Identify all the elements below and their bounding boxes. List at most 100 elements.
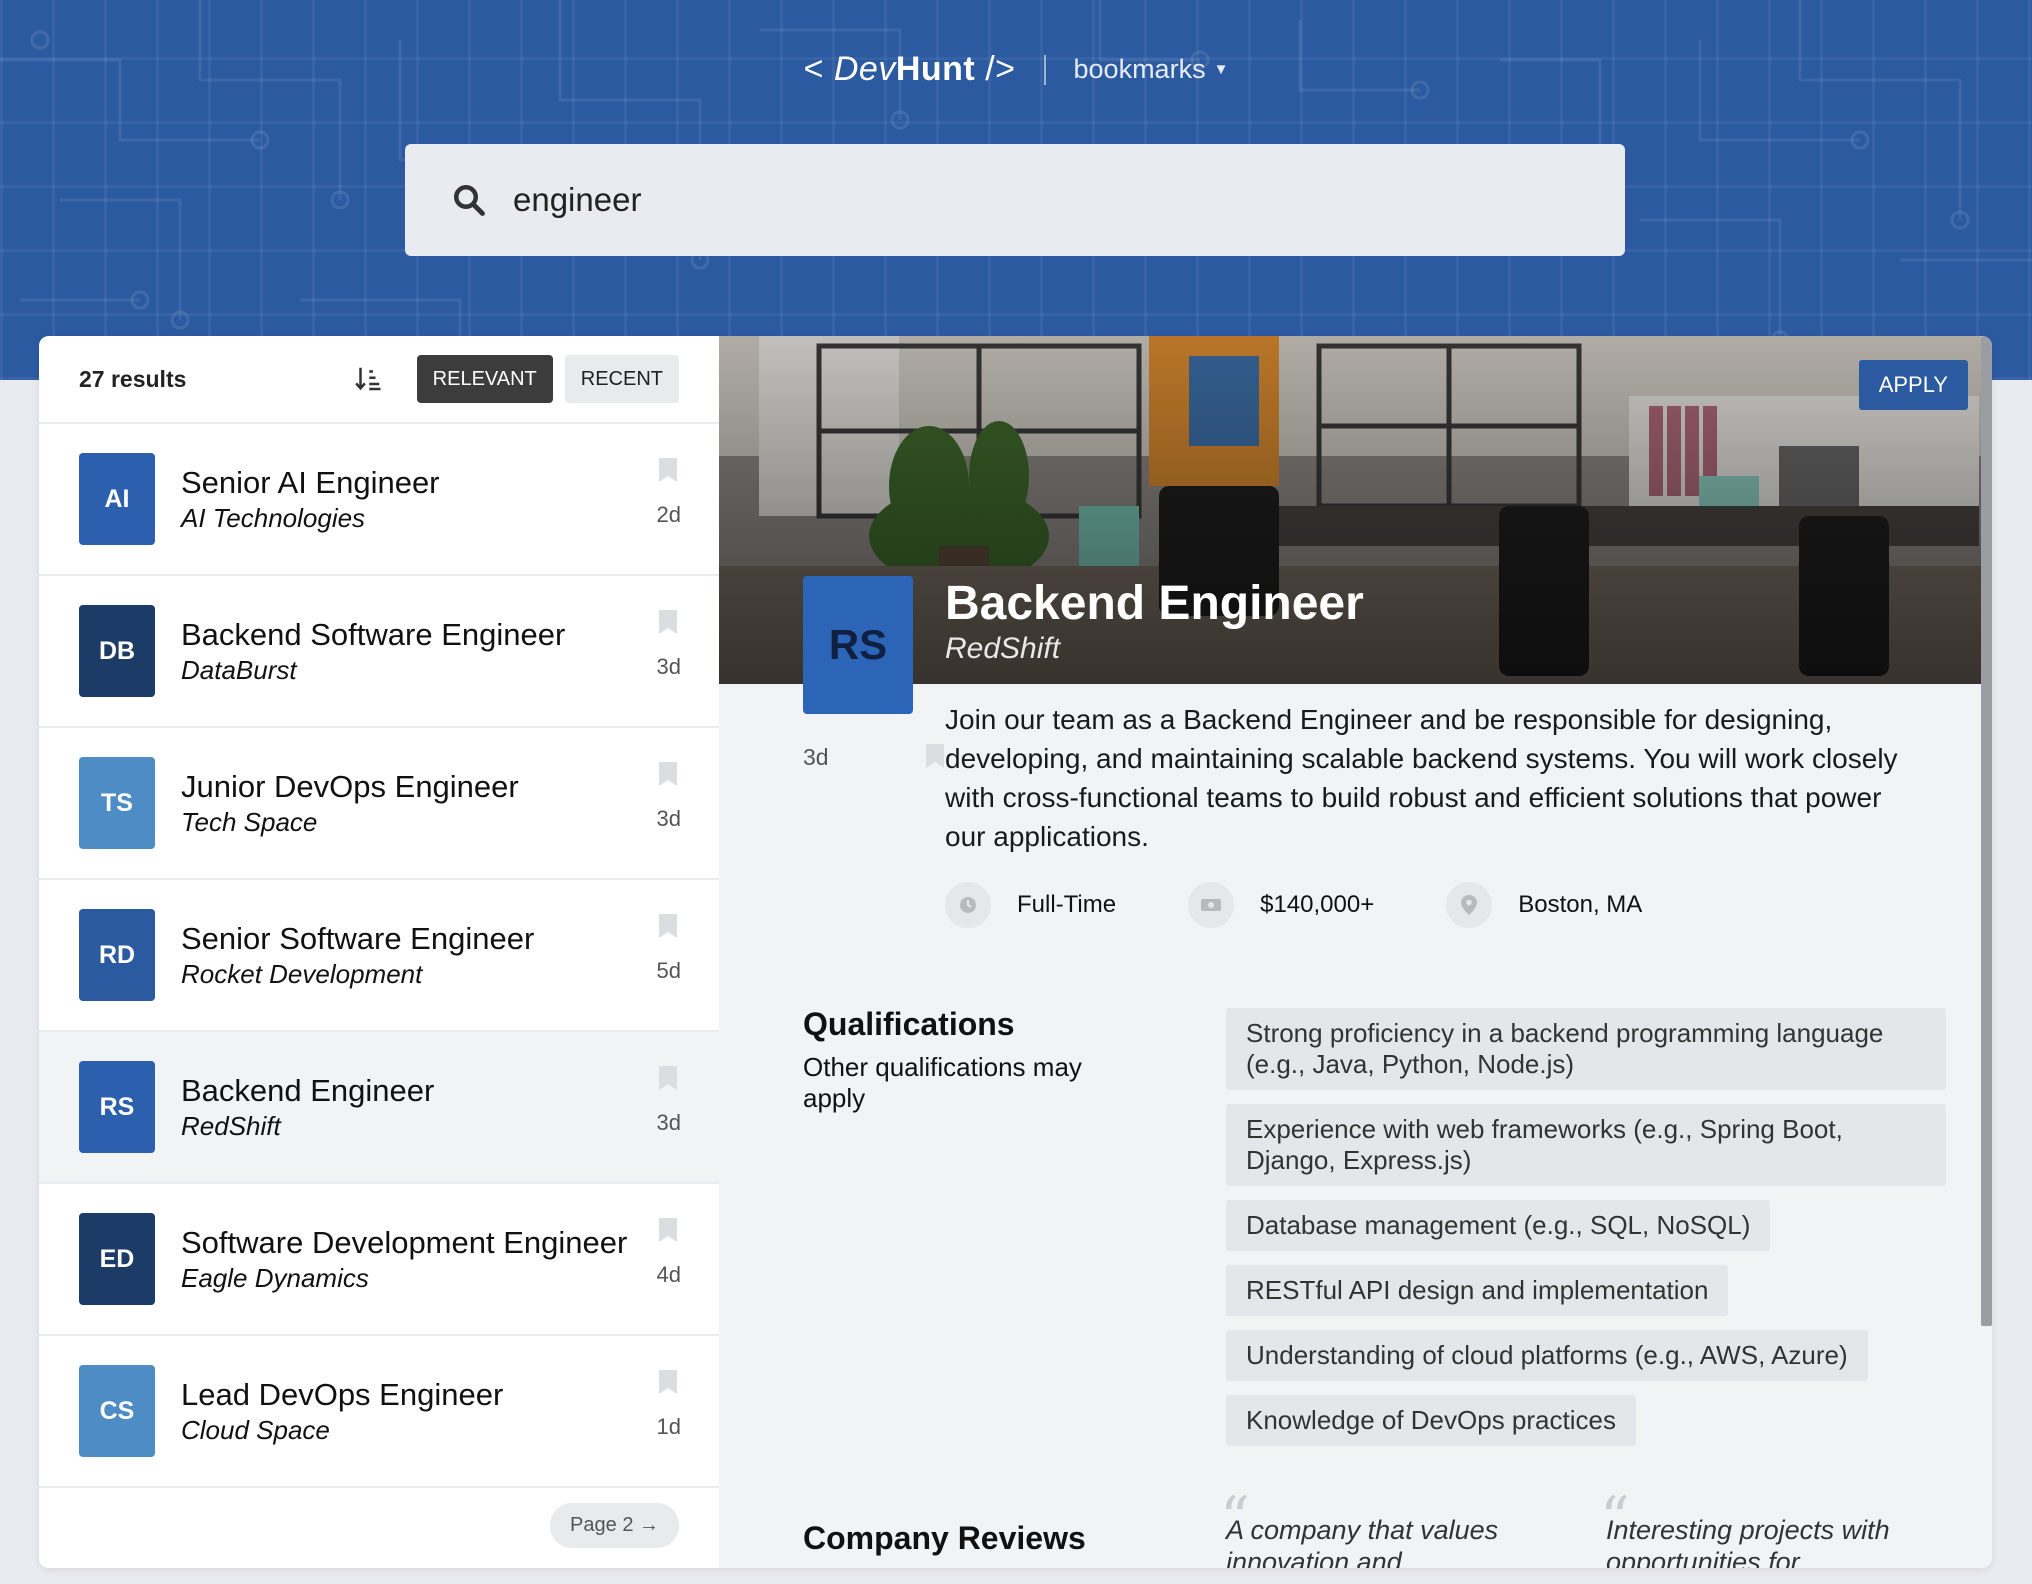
job-list-item[interactable]: RS Backend Engineer RedShift 3d — [39, 1032, 719, 1184]
bookmark-icon[interactable] — [659, 610, 677, 634]
company-name[interactable]: RedShift — [945, 632, 1060, 666]
job-description: Join our team as a Backend Engineer and … — [945, 704, 1898, 852]
job-detail: APPLY RS Backend Engineer RedShift 3d Jo… — [719, 336, 1992, 1568]
job-info: Junior DevOps Engineer Tech Space — [181, 769, 519, 838]
company-reviews-heading: Company Reviews — [803, 1520, 1086, 1556]
qualification-tag: Strong proficiency in a backend programm… — [1226, 1008, 1946, 1090]
company-avatar: TS — [79, 757, 155, 849]
company-name: Tech Space — [181, 806, 318, 837]
employment-type-label: Full-Time — [1017, 891, 1117, 918]
qualification-tag: Database management (e.g., SQL, NoSQL) — [1226, 1200, 1771, 1251]
bookmark-icon[interactable] — [659, 762, 677, 786]
qualification-tag: RESTful API design and implementation — [1226, 1265, 1729, 1316]
search-bar[interactable]: engineer — [405, 144, 1625, 256]
bookmark-icon[interactable] — [659, 458, 677, 482]
bookmark-icon[interactable] — [659, 1066, 677, 1090]
posted-age: 4d — [656, 1262, 681, 1287]
company-name: Cloud Space — [181, 1414, 330, 1445]
apply-button[interactable]: APPLY — [1858, 360, 1968, 410]
company-name: RedShift — [181, 1110, 281, 1141]
job-title: Backend Engineer — [945, 577, 1364, 630]
posted-age: 5d — [656, 958, 681, 983]
qualifications-list: Strong proficiency in a backend programm… — [1226, 1008, 1946, 1460]
bookmarks-dropdown[interactable]: bookmarks ▼ — [1074, 54, 1229, 85]
qualification-tag: Understanding of cloud platforms (e.g., … — [1226, 1330, 1868, 1381]
bookmark-icon[interactable] — [659, 914, 677, 938]
job-list-item[interactable]: DB Backend Software Engineer DataBurst 3d — [39, 576, 719, 728]
results-count: 27 results — [79, 365, 187, 392]
company-avatar: RD — [79, 909, 155, 1001]
company-logo: RS — [803, 576, 913, 714]
job-info: Backend Software Engineer DataBurst — [181, 617, 565, 686]
search-input[interactable]: engineer — [513, 181, 641, 219]
nav-divider — [1043, 54, 1046, 85]
results-panel: 27 results RELEVANT RECENT AI Senior AI E… — [39, 336, 1992, 1568]
job-title: Software Development Engineer — [181, 1224, 628, 1260]
company-name: Rocket Development — [181, 958, 423, 989]
job-items: AI Senior AI Engineer AI Technologies 2d DB B… — [39, 424, 719, 1488]
location-label: Boston, MA — [1518, 891, 1643, 918]
company-avatar: DB — [79, 605, 155, 697]
posted-age: 3d — [656, 1110, 681, 1135]
sort-relevant-button[interactable]: RELEVANT — [416, 355, 553, 403]
job-title: Senior AI Engineer — [181, 464, 440, 500]
job-info: Software Development Engineer Eagle Dynam… — [181, 1225, 627, 1294]
quote-icon: “ — [1600, 1484, 1630, 1552]
money-icon — [1188, 882, 1235, 928]
job-info: Senior Software Engineer Rocket Developme… — [181, 921, 534, 990]
location: Boston, MA — [1446, 882, 1642, 928]
posted-age: 3d — [803, 744, 829, 770]
posted-age: 3d — [656, 806, 681, 831]
job-title: Backend Software Engineer — [181, 616, 566, 652]
search-icon — [454, 185, 485, 216]
salary-label: $140,000+ — [1260, 891, 1375, 918]
list-header: 27 results RELEVANT RECENT — [39, 336, 719, 424]
company-avatar: ED — [79, 1213, 155, 1305]
company-avatar: CS — [79, 1365, 155, 1457]
job-info: Lead DevOps Engineer Cloud Space — [181, 1377, 503, 1446]
devhunt-logo[interactable]: < DevHunt /> — [804, 50, 1016, 89]
posted-age: 2d — [656, 502, 681, 527]
quote-icon: “ — [1220, 1484, 1250, 1552]
job-title: Senior Software Engineer — [181, 920, 535, 956]
qualifications-subtext: Other qualifications may apply — [803, 1052, 1082, 1113]
job-list-item[interactable]: CS Lead DevOps Engineer Cloud Space 1d — [39, 1336, 719, 1488]
qualification-tag: Experience with web frameworks (e.g., Sp… — [1226, 1104, 1946, 1186]
job-info: Senior AI Engineer AI Technologies — [181, 465, 440, 534]
top-nav: < DevHunt /> bookmarks ▼ — [0, 50, 2032, 89]
salary: $140,000+ — [1188, 882, 1374, 928]
next-page-button[interactable]: Page 2 → — [550, 1503, 679, 1548]
map-pin-icon — [1446, 882, 1493, 928]
job-list-item[interactable]: ED Software Development Engineer Eagle Dyn… — [39, 1184, 719, 1336]
qualification-tag: Knowledge of DevOps practices — [1226, 1395, 1636, 1446]
sort-icon[interactable] — [353, 364, 383, 394]
company-avatar: RS — [79, 1061, 155, 1153]
job-list: 27 results RELEVANT RECENT AI Senior AI E… — [39, 336, 719, 1568]
job-list-item[interactable]: AI Senior AI Engineer AI Technologies 2d — [39, 424, 719, 576]
review-text: Interesting projects with opportunities … — [1606, 1515, 1890, 1568]
bookmarks-label: bookmarks — [1073, 54, 1206, 84]
job-title: Lead DevOps Engineer — [181, 1376, 504, 1412]
job-title: Junior DevOps Engineer — [181, 768, 519, 804]
sort-recent-button[interactable]: RECENT — [564, 355, 679, 403]
review-text: A company that values innovation and — [1226, 1515, 1499, 1568]
bookmark-icon[interactable] — [926, 744, 944, 768]
clock-icon — [945, 882, 991, 928]
company-avatar: AI — [79, 453, 155, 545]
detail-scrollbar[interactable] — [1981, 336, 1992, 1326]
company-name: DataBurst — [181, 654, 297, 685]
job-info: Backend Engineer RedShift — [181, 1073, 434, 1142]
review-card: “ Interesting projects with opportunitie… — [1600, 1489, 1946, 1568]
company-name: AI Technologies — [181, 502, 366, 533]
job-title: Backend Engineer — [181, 1072, 435, 1108]
bookmark-icon[interactable] — [659, 1370, 677, 1394]
caret-down-icon: ▼ — [1213, 61, 1229, 78]
job-list-item[interactable]: TS Junior DevOps Engineer Tech Space 3d — [39, 728, 719, 880]
bookmark-icon[interactable] — [659, 1218, 677, 1242]
job-list-item[interactable]: RD Senior Software Engineer Rocket Develop… — [39, 880, 719, 1032]
employment-type: Full-Time — [945, 882, 1116, 928]
job-meta: Full-Time $140,000+ Boston, MA — [945, 882, 1714, 928]
posted-age: 1d — [656, 1414, 681, 1439]
review-card: “ A company that values innovation and — [1220, 1489, 1566, 1568]
qualifications-heading: Qualifications — [803, 1006, 1015, 1042]
